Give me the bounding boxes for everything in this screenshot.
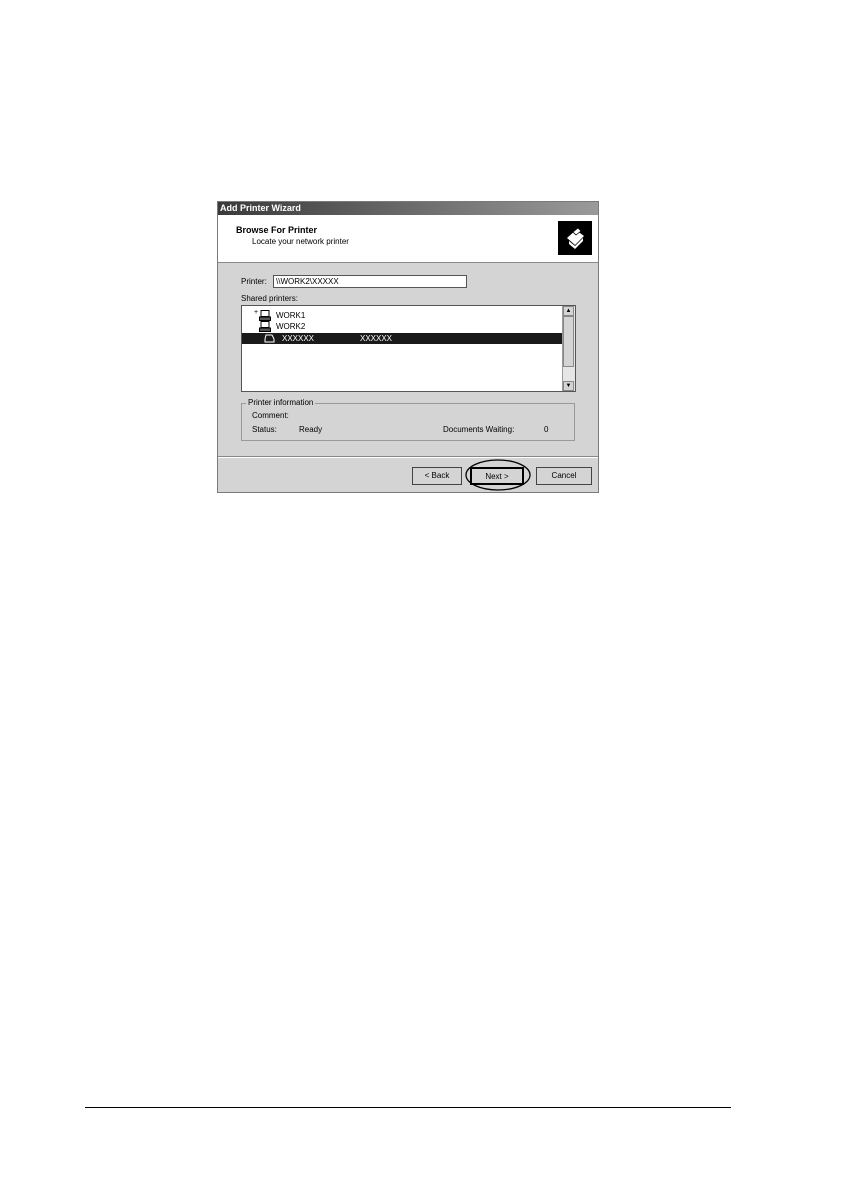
list-item-work1[interactable]: + WORK1 [254, 307, 305, 321]
documents-waiting-value: 0 [544, 425, 549, 434]
header-title: Browse For Printer [236, 225, 318, 235]
printer-information-group: Printer information Comment: Status: Rea… [241, 398, 575, 441]
printer-icon [264, 334, 275, 343]
back-button[interactable]: < Back [412, 467, 462, 485]
printer-wizard-icon [558, 221, 592, 255]
list-item-label: XXXXXX [282, 334, 315, 343]
header-subtitle: Locate your network printer [252, 237, 349, 246]
highlight-ellipse [465, 459, 531, 491]
add-printer-wizard-dialog: Add Printer Wizard Browse For Printer Lo… [217, 201, 599, 493]
comment-label: Comment: [252, 411, 289, 420]
list-item-label: WORK1 [276, 311, 306, 320]
status-label: Status: [252, 425, 277, 434]
window-title: Add Printer Wizard [218, 202, 598, 215]
list-item-label: WORK2 [276, 322, 306, 331]
list-item-selected-printer[interactable]: XXXXXX XXXXXX [242, 333, 562, 344]
documents-waiting-label: Documents Waiting: [443, 425, 515, 434]
printer-input[interactable] [273, 275, 467, 288]
scroll-up-icon[interactable]: ▲ [563, 306, 574, 316]
cancel-button[interactable]: Cancel [536, 467, 592, 485]
scroll-down-icon[interactable]: ▼ [563, 381, 574, 391]
list-item-detail: XXXXXX [360, 334, 393, 343]
list-scrollbar[interactable]: ▲ ▼ [562, 306, 575, 391]
expand-plus-icon[interactable]: + [254, 307, 258, 318]
scroll-thumb[interactable] [563, 316, 574, 367]
computer-icon [259, 321, 271, 332]
shared-printers-label: Shared printers: [241, 294, 298, 303]
status-value: Ready [299, 425, 323, 434]
page-footer-rule [85, 1107, 731, 1108]
button-separator [218, 456, 598, 458]
printer-label: Printer: [241, 277, 267, 286]
list-item-work2[interactable]: WORK2 [259, 321, 305, 332]
computer-icon [259, 310, 271, 321]
shared-printers-list[interactable]: + WORK1 WORK2 XXXXXX XXXXXX ▲ ▼ [241, 305, 576, 392]
wizard-header: Browse For Printer Locate your network p… [218, 215, 598, 263]
printer-information-title: Printer information [246, 398, 316, 407]
